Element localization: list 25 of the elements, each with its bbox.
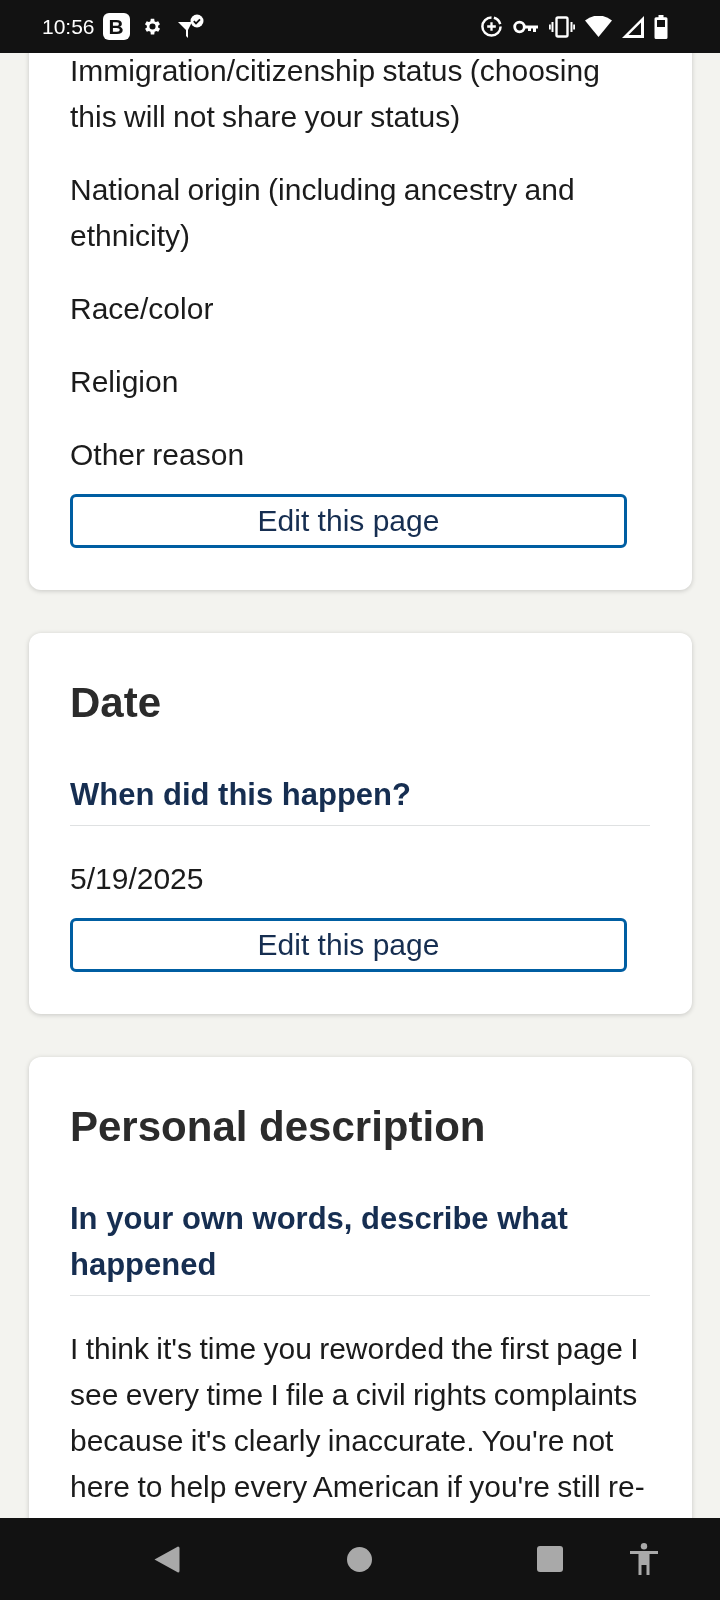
answer-text: I think it's time you reworded the first page I see every time I file a civil rights complaints because it's clearly inaccurate. You're not here to help every American if you're still re- xyxy=(70,1331,646,1505)
data-saver-icon xyxy=(480,15,503,38)
question-label: When did this happen? xyxy=(70,772,650,826)
signal-icon xyxy=(622,15,644,38)
wifi-icon xyxy=(585,16,612,37)
edit-button[interactable]: Edit this page xyxy=(70,918,627,972)
key-icon xyxy=(513,19,539,34)
status-time: 10:56 xyxy=(42,14,95,39)
answer-text: National origin (including ancestry and ethnicity) xyxy=(70,172,576,254)
section-heading: Date xyxy=(70,678,163,728)
vibrate-icon xyxy=(549,15,575,38)
section-heading: Personal description xyxy=(70,1102,487,1152)
home-icon[interactable] xyxy=(347,1546,372,1572)
funnel-check-icon xyxy=(176,13,205,40)
answer-text: Race/color xyxy=(70,291,215,327)
answer-text: Religion xyxy=(70,364,180,400)
accessibility-icon[interactable] xyxy=(630,1543,658,1575)
app-badge: B xyxy=(102,13,130,40)
edit-button[interactable]: Edit this page xyxy=(70,494,627,548)
battery-icon xyxy=(654,14,668,39)
question-label: In your own words, describe what happened xyxy=(70,1196,650,1296)
answer-text: Immigration/citizenship status (choosing this will not share your status) xyxy=(70,53,601,135)
answer-text: Other reason xyxy=(70,437,246,473)
back-icon[interactable] xyxy=(154,1544,180,1574)
answer-text: 5/19/2025 xyxy=(70,861,205,897)
